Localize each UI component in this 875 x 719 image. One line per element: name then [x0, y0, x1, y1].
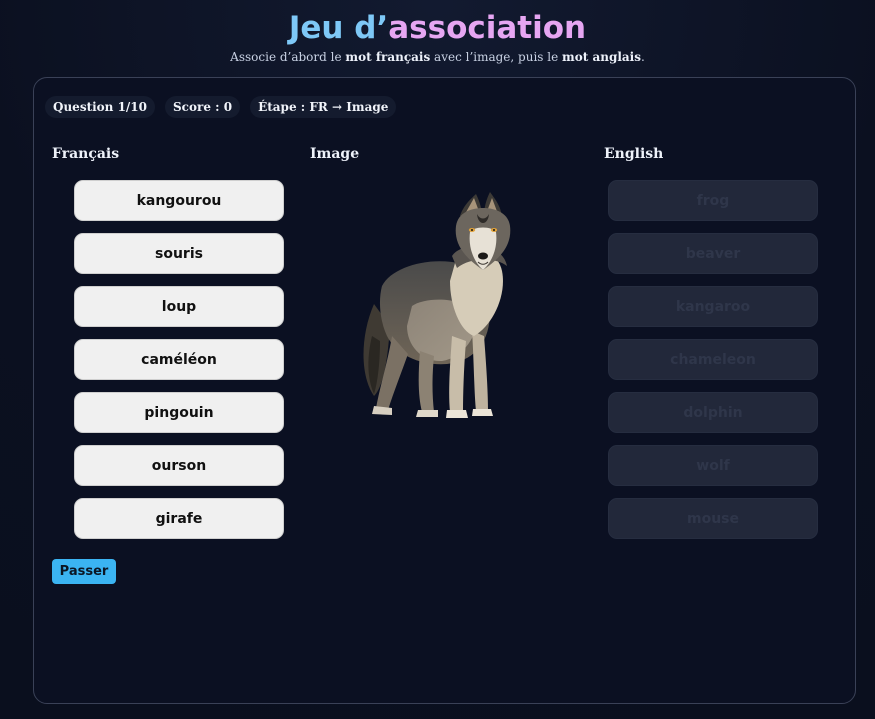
- french-column-header: Français: [52, 146, 120, 162]
- english-word-button[interactable]: kangaroo: [608, 286, 818, 327]
- french-word-button[interactable]: pingouin: [74, 392, 284, 433]
- title-part-1: Jeu d’: [288, 10, 389, 46]
- wolf-illustration: [363, 192, 511, 418]
- french-word-button[interactable]: souris: [74, 233, 284, 274]
- question-counter: Question 1/10: [45, 96, 156, 118]
- english-word-button[interactable]: dolphin: [608, 392, 818, 433]
- english-word-button[interactable]: mouse: [608, 498, 818, 539]
- french-word-button[interactable]: girafe: [74, 498, 284, 539]
- title-part-2: association: [388, 10, 587, 46]
- french-word-button[interactable]: ourson: [74, 445, 284, 486]
- instructions-bold-1: mot français: [345, 50, 431, 64]
- instructions-bold-2: mot anglais: [562, 50, 641, 64]
- french-word-button[interactable]: kangourou: [74, 180, 284, 221]
- english-word-button[interactable]: beaver: [608, 233, 818, 274]
- english-word-button[interactable]: chameleon: [608, 339, 818, 380]
- french-word-list: kangourou souris loup caméléon pingouin …: [74, 180, 284, 551]
- skip-button[interactable]: Passer: [52, 559, 116, 584]
- image-column-header: Image: [310, 146, 360, 162]
- instructions: Associe d’abord le mot français avec l’i…: [0, 50, 875, 64]
- instructions-pre: Associe d’abord le: [230, 50, 346, 64]
- french-word-button[interactable]: caméléon: [74, 339, 284, 380]
- french-word-button[interactable]: loup: [74, 286, 284, 327]
- page-title: Jeu d’association: [0, 9, 875, 47]
- english-word-button[interactable]: wolf: [608, 445, 818, 486]
- step-badge: Étape : FR → Image: [250, 96, 397, 118]
- instructions-mid: avec l’image, puis le: [430, 50, 563, 64]
- english-word-list: frog beaver kangaroo chameleon dolphin w…: [608, 180, 818, 551]
- english-word-button[interactable]: frog: [608, 180, 818, 221]
- game-panel: Question 1/10 Score : 0 Étape : FR → Ima…: [33, 77, 856, 704]
- instructions-post: .: [640, 50, 645, 64]
- english-column-header: English: [604, 146, 664, 162]
- game-page: Jeu d’association Associe d’abord le mot…: [0, 0, 875, 719]
- stats-bar: Question 1/10 Score : 0 Étape : FR → Ima…: [45, 96, 397, 118]
- score-badge: Score : 0: [165, 96, 241, 118]
- wolf-image: [352, 186, 522, 426]
